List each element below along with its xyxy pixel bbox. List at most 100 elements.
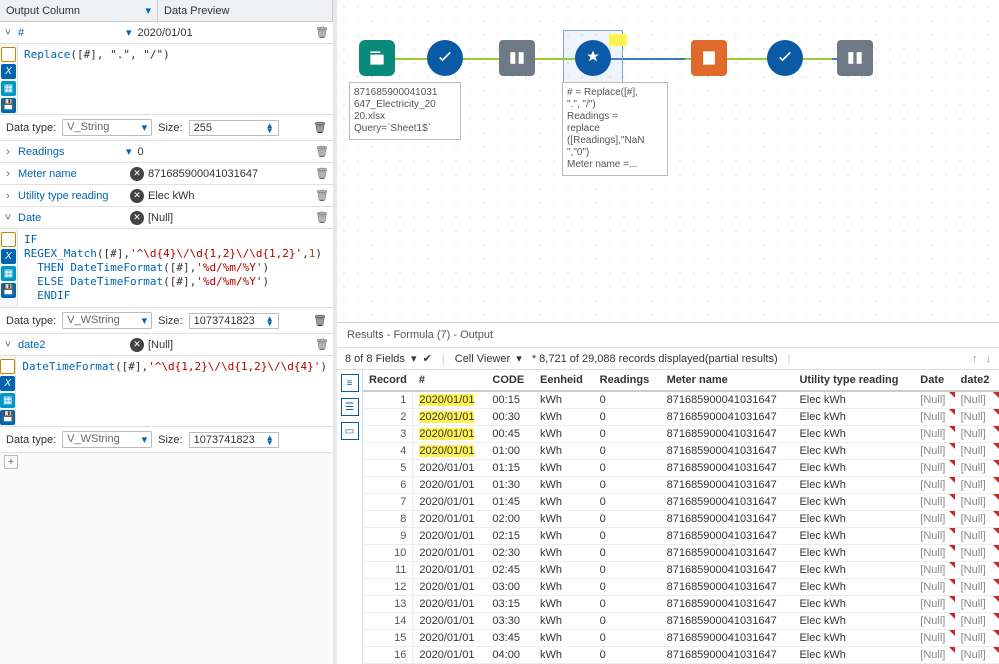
size-input[interactable]: 255▲▼: [189, 120, 279, 136]
trash-icon[interactable]: 🗑: [315, 26, 329, 39]
table-row[interactable]: 4 2020/01/01 01:00 kWh 0 871685900041031…: [363, 443, 999, 460]
column-header[interactable]: CODE: [486, 370, 534, 391]
select-tool-2[interactable]: [767, 40, 803, 76]
cell-viewer-button[interactable]: Cell Viewer ▾: [455, 352, 522, 365]
table-row[interactable]: 15 2020/01/01 03:45 kWh 0 87168590004103…: [363, 630, 999, 647]
save-icon[interactable]: 💾: [0, 410, 15, 425]
size-label: Size:: [158, 315, 182, 327]
clear-icon[interactable]: ✕: [130, 167, 144, 181]
datatype-select[interactable]: V_String▾: [62, 119, 152, 136]
column-header[interactable]: Readings: [594, 370, 661, 391]
column-header[interactable]: Meter name: [661, 370, 794, 391]
trash-icon[interactable]: 🗑: [315, 145, 329, 158]
column-header[interactable]: Utility type reading: [793, 370, 914, 391]
chevron-icon[interactable]: ›: [0, 190, 16, 202]
table-row[interactable]: 9 2020/01/01 02:15 kWh 0 871685900041031…: [363, 528, 999, 545]
table-row[interactable]: 6 2020/01/01 01:30 kWh 0 871685900041031…: [363, 477, 999, 494]
column-header[interactable]: Eenheid: [534, 370, 594, 391]
clear-icon[interactable]: ✕: [130, 189, 144, 203]
table-row[interactable]: 16 2020/01/01 04:00 kWh 0 87168590004103…: [363, 647, 999, 664]
column-header[interactable]: Date: [914, 370, 954, 391]
tool-page-icon[interactable]: ▭: [341, 422, 359, 440]
cell: Elec kWh: [793, 579, 914, 596]
formula-tool[interactable]: [575, 40, 611, 76]
chevron-down-icon[interactable]: ˅: [0, 339, 16, 351]
record-cell: 16: [363, 647, 413, 664]
record-cell: 15: [363, 630, 413, 647]
save-icon[interactable]: 💾: [1, 98, 16, 113]
tool-icon[interactable]: ▦: [1, 266, 16, 281]
cell: kWh: [534, 545, 594, 562]
add-button[interactable]: +: [4, 455, 18, 469]
chevron-icon[interactable]: ›: [0, 146, 16, 158]
trash-icon[interactable]: 🗑: [315, 338, 329, 351]
fields-button[interactable]: 8 of 8 Fields ▾ ✔: [345, 352, 432, 365]
table-row[interactable]: 5 2020/01/01 01:15 kWh 0 871685900041031…: [363, 460, 999, 477]
sort-icon[interactable]: ▾: [145, 4, 151, 17]
var-icon[interactable]: X: [1, 64, 16, 79]
table-row[interactable]: 14 2020/01/01 03:30 kWh 0 87168590004103…: [363, 613, 999, 630]
dropdown-icon[interactable]: ▾: [126, 145, 138, 158]
trash-icon[interactable]: 🗑: [315, 189, 329, 202]
trash-icon[interactable]: 🗑: [315, 211, 329, 224]
workflow-canvas[interactable]: 871685900041031 647_Electricity_20 20.xl…: [337, 0, 999, 323]
field-row[interactable]: › Meter name ✕ 871685900041031647 🗑: [0, 163, 333, 185]
column-header[interactable]: date2: [955, 370, 999, 391]
datatype-select[interactable]: V_WString▾: [62, 431, 152, 448]
formula-text[interactable]: IF REGEX_Match([#],'^\d{4}\/\d{1,2}\/\d{…: [18, 229, 333, 307]
table-row[interactable]: 7 2020/01/01 01:45 kWh 0 871685900041031…: [363, 494, 999, 511]
select-tool[interactable]: [427, 40, 463, 76]
trash-icon[interactable]: 🗑: [313, 314, 327, 327]
field-row-hash[interactable]: ˅ # ▾ 2020/01/01 🗑: [0, 22, 333, 44]
nav-arrows[interactable]: ↑↓: [972, 353, 991, 365]
table-row[interactable]: 11 2020/01/01 02:45 kWh 0 87168590004103…: [363, 562, 999, 579]
table-row[interactable]: 8 2020/01/01 02:00 kWh 0 871685900041031…: [363, 511, 999, 528]
table-row[interactable]: 12 2020/01/01 03:00 kWh 0 87168590004103…: [363, 579, 999, 596]
results-table-wrap[interactable]: Record#CODEEenheidReadingsMeter nameUtil…: [363, 370, 999, 664]
table-row[interactable]: 13 2020/01/01 03:15 kWh 0 87168590004103…: [363, 596, 999, 613]
chevron-icon[interactable]: ˅: [0, 212, 16, 224]
chevron-icon[interactable]: ›: [0, 168, 16, 180]
size-input[interactable]: 1073741823▲▼: [189, 432, 279, 448]
var-icon[interactable]: X: [1, 249, 16, 264]
input-data-tool[interactable]: [359, 40, 395, 76]
fx-icon[interactable]: fx: [1, 47, 16, 62]
tool-meta-icon[interactable]: ☰: [341, 398, 359, 416]
var-icon[interactable]: X: [0, 376, 15, 391]
size-input[interactable]: 1073741823▲▼: [189, 313, 279, 329]
tool-icon[interactable]: ▦: [1, 81, 16, 96]
column-header[interactable]: #: [413, 370, 487, 391]
chevron-down-icon[interactable]: ˅: [0, 27, 16, 39]
field-row[interactable]: › Readings ▾ 0 🗑: [0, 141, 333, 163]
fx-icon[interactable]: fx: [1, 232, 16, 247]
field-row-date2[interactable]: ˅ date2 ✕ [Null] 🗑: [0, 334, 333, 356]
cell: 2020/01/01: [413, 511, 487, 528]
fx-icon[interactable]: fx: [0, 359, 15, 374]
clear-icon[interactable]: ✕: [130, 338, 144, 352]
table-row[interactable]: 10 2020/01/01 02:30 kWh 0 87168590004103…: [363, 545, 999, 562]
join-tool[interactable]: [499, 40, 535, 76]
field-row[interactable]: ˅ Date ✕ [Null] 🗑: [0, 207, 333, 229]
results-panel: Results - Formula (7) - Output 8 of 8 Fi…: [337, 323, 999, 664]
table-row[interactable]: 1 2020/01/01 00:15 kWh 0 871685900041031…: [363, 391, 999, 409]
datatype-label: Data type:: [6, 315, 56, 327]
formula-text[interactable]: DateTimeFormat([#],'^\d{1,2}\/\d{1,2}\/\…: [16, 356, 333, 426]
output-tool[interactable]: [691, 40, 727, 76]
formula-1[interactable]: fx X ▦ 💾 Replace([#], ".", "/"): [0, 44, 333, 115]
datatype-select[interactable]: V_WString▾: [62, 312, 152, 329]
tool-rows-icon[interactable]: ≡: [341, 374, 359, 392]
dropdown-icon[interactable]: ▾: [126, 26, 138, 39]
formula-2[interactable]: fx X ▦ 💾 IF REGEX_Match([#],'^\d{4}\/\d{…: [0, 229, 333, 308]
table-row[interactable]: 3 2020/01/01 00:45 kWh 0 871685900041031…: [363, 426, 999, 443]
formula-3[interactable]: fx X ▦ 💾 DateTimeFormat([#],'^\d{1,2}\/\…: [0, 356, 333, 427]
trash-icon[interactable]: 🗑: [313, 121, 327, 134]
save-icon[interactable]: 💾: [1, 283, 16, 298]
tool-icon[interactable]: ▦: [0, 393, 15, 408]
browse-tool[interactable]: [837, 40, 873, 76]
formula-text[interactable]: Replace([#], ".", "/"): [18, 44, 333, 114]
trash-icon[interactable]: 🗑: [315, 167, 329, 180]
clear-icon[interactable]: ✕: [130, 211, 144, 225]
table-row[interactable]: 2 2020/01/01 00:30 kWh 0 871685900041031…: [363, 409, 999, 426]
column-header[interactable]: Record: [363, 370, 413, 391]
field-row[interactable]: › Utility type reading ✕ Elec kWh 🗑: [0, 185, 333, 207]
